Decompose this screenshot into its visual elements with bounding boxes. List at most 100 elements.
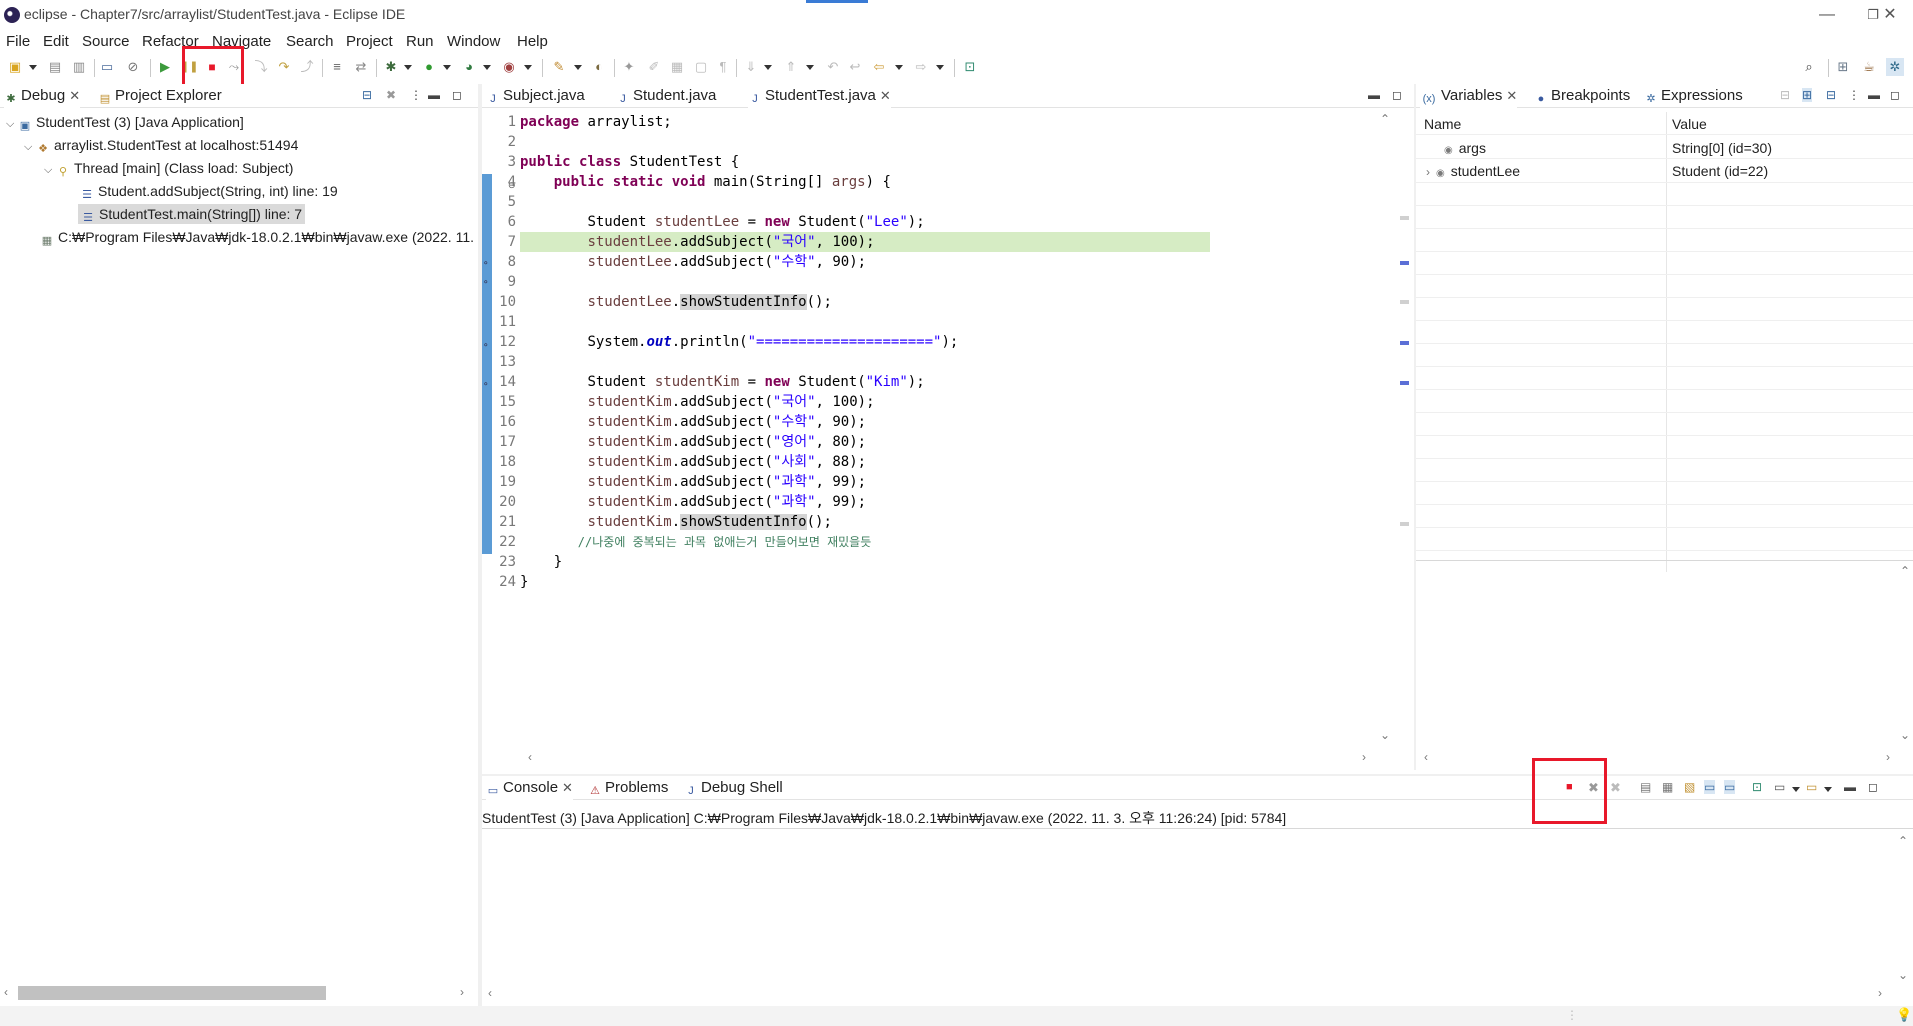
menu-help[interactable]: Help — [517, 33, 548, 50]
menu-edit[interactable]: Edit — [43, 33, 69, 50]
menu-project[interactable]: Project — [346, 33, 393, 50]
word-wrap-icon[interactable]: ▧ — [1684, 780, 1695, 794]
java-perspective-icon[interactable]: ☕ — [1860, 58, 1878, 76]
menu-source[interactable]: Source — [82, 33, 130, 50]
next-annotation-icon[interactable]: ⇓ — [742, 58, 760, 76]
tab-studenttest-java[interactable]: J StudentTest.java ✕ — [748, 86, 891, 108]
search-tool-icon[interactable]: ✦ — [620, 58, 638, 76]
new-java-project-icon[interactable]: ✎ — [550, 58, 568, 76]
run-icon[interactable]: ● — [420, 58, 438, 76]
code-line[interactable]: studentKim.showStudentInfo(); — [520, 512, 832, 532]
scroll-up-arrow-icon[interactable]: ⌃ — [1898, 834, 1908, 848]
menu-search[interactable]: Search — [286, 33, 334, 50]
view-menu-icon[interactable]: ⋮ — [1848, 88, 1860, 102]
maximize-view-icon[interactable]: ◻ — [1890, 88, 1900, 102]
show-logical-structure-icon[interactable]: ⊞ — [1802, 88, 1813, 102]
display-console-dropdown-arrow[interactable] — [1792, 787, 1800, 792]
scroll-left-arrow-icon[interactable]: ‹ — [1424, 750, 1428, 764]
breakpoint-marker-icon[interactable]: ⚬ — [482, 277, 490, 288]
code-line[interactable]: studentKim.addSubject("수학", 90); — [520, 412, 866, 432]
block-selection-icon[interactable]: ▦ — [668, 58, 686, 76]
code-line[interactable]: studentKim.addSubject("사회", 88); — [520, 452, 866, 472]
save-icon[interactable]: ▤ — [46, 58, 64, 76]
column-divider[interactable] — [1666, 112, 1667, 572]
tab-variables[interactable]: (x) Variables ✕ — [1420, 86, 1518, 108]
step-into-icon[interactable]: ⤵ — [252, 58, 270, 76]
new-icon[interactable]: ▣ — [6, 58, 24, 76]
debug-perspective-icon[interactable]: ✲ — [1886, 58, 1904, 76]
run-dropdown-arrow[interactable] — [443, 65, 451, 70]
pilcrow-icon[interactable]: ¶ — [714, 58, 732, 76]
code-line[interactable]: studentKim.addSubject("과학", 99); — [520, 472, 866, 492]
scroll-left-arrow-icon[interactable]: ‹ — [528, 750, 532, 764]
tab-debug-shell[interactable]: J Debug Shell — [684, 778, 782, 800]
use-step-filters-icon[interactable]: ⇄ — [352, 58, 370, 76]
code-line[interactable]: studentKim.addSubject("국어", 100); — [520, 392, 874, 412]
code-line[interactable]: package arraylist; — [520, 112, 672, 132]
lightbulb-icon[interactable]: 💡 — [1896, 1007, 1912, 1023]
display-selected-console-icon[interactable]: ▭ — [1774, 780, 1785, 794]
remove-all-terminated-icon[interactable]: ✖ — [1610, 780, 1621, 796]
view-menu-icon[interactable]: ⋮ — [410, 88, 422, 102]
code-line-current[interactable]: studentLee.addSubject("국어", 100); — [520, 232, 874, 252]
debug-launch-icon[interactable]: ✱ — [382, 58, 400, 76]
overview-marker[interactable] — [1400, 261, 1409, 265]
show-on-output-icon[interactable]: ▭ — [1704, 780, 1716, 794]
close-icon[interactable]: ✕ — [880, 88, 891, 103]
horizontal-scrollbar-thumb[interactable] — [18, 986, 326, 1000]
forward-icon[interactable]: ⇨ — [912, 58, 930, 76]
forward-dropdown-arrow[interactable] — [936, 65, 944, 70]
clear-console-icon[interactable]: ▤ — [1640, 780, 1651, 794]
variable-row-args[interactable]: ◉ args — [1444, 140, 1486, 156]
code-line[interactable]: public class StudentTest { — [520, 152, 739, 172]
external-tools-icon[interactable]: ◉ — [500, 58, 518, 76]
code-line[interactable]: studentKim.addSubject("영어", 80); — [520, 432, 866, 452]
tree-item-process[interactable]: ▦ C:₩Program Files₩Java₩jdk-18.0.2.1₩bin₩… — [40, 227, 478, 247]
next-annotation-dropdown-arrow[interactable] — [764, 65, 772, 70]
maximize-view-icon[interactable]: ◻ — [1868, 780, 1878, 794]
tab-debug[interactable]: ✱ Debug ✕ — [4, 86, 81, 108]
pin-editor-icon[interactable]: ⊡ — [961, 58, 979, 76]
minimize-view-icon[interactable]: ▬ — [1368, 88, 1380, 102]
back-dropdown-arrow[interactable] — [895, 65, 903, 70]
column-header-value[interactable]: Value — [1672, 116, 1707, 132]
scroll-right-arrow-icon[interactable]: › — [1886, 750, 1890, 764]
tab-subject-java[interactable]: J Subject.java — [486, 86, 584, 108]
maximize-view-icon[interactable]: ◻ — [1392, 88, 1402, 102]
save-all-icon[interactable]: ▥ — [70, 58, 88, 76]
coverage-icon[interactable]: ◕ — [460, 58, 478, 76]
toggle-mark-icon[interactable]: ✐ — [645, 58, 663, 76]
debug-dropdown-arrow[interactable] — [404, 65, 412, 70]
column-header-name[interactable]: Name — [1424, 116, 1461, 132]
tab-breakpoints[interactable]: ● Breakpoints — [1534, 86, 1631, 108]
code-line[interactable]: studentLee.addSubject("수학", 90); — [520, 252, 866, 272]
tree-item-thread[interactable]: ⌵ ⚲ Thread [main] (Class load: Subject) — [44, 158, 293, 178]
tree-item-frame-selected[interactable]: ☰ StudentTest.main(String[]) line: 7 — [78, 204, 306, 224]
menu-window[interactable]: Window — [447, 33, 500, 50]
collapse-all-icon[interactable]: ⊟ — [362, 88, 372, 102]
open-console-dropdown-arrow[interactable] — [1824, 787, 1832, 792]
code-line[interactable]: studentLee.showStudentInfo(); — [520, 292, 832, 312]
code-line[interactable]: Student studentKim = new Student("Kim"); — [520, 372, 924, 392]
console-toggle-icon[interactable]: ▭ — [98, 58, 116, 76]
tab-student-java[interactable]: J Student.java — [616, 86, 716, 108]
scroll-right-arrow-icon[interactable]: › — [460, 985, 464, 999]
scroll-down-arrow-icon[interactable]: ⌄ — [1898, 968, 1908, 982]
show-whitespace-icon[interactable]: ▢ — [692, 58, 710, 76]
code-line[interactable]: studentKim.addSubject("과학", 99); — [520, 492, 866, 512]
skip-breakpoints-icon[interactable]: ⊘ — [124, 58, 142, 76]
detail-pane-sash[interactable] — [1416, 560, 1913, 561]
previous-annotation-icon[interactable]: ⇑ — [782, 58, 800, 76]
last-edit-icon[interactable]: ↶ — [824, 58, 842, 76]
code-line[interactable]: public static void main(String[] args) { — [520, 172, 891, 192]
scroll-right-arrow-icon[interactable]: › — [1362, 750, 1366, 764]
tab-console[interactable]: ▭ Console ✕ — [486, 778, 573, 800]
code-line[interactable]: } — [520, 552, 562, 572]
back-history-icon[interactable]: ↩ — [846, 58, 864, 76]
collapse-all-icon[interactable]: ⊟ — [1826, 88, 1836, 102]
scroll-up-arrow-icon[interactable]: ⌃ — [1380, 112, 1390, 126]
new-java-dropdown-arrow[interactable] — [574, 65, 582, 70]
scroll-up-arrow-icon[interactable]: ⌃ — [1900, 564, 1910, 578]
chevron-down-icon[interactable]: ⌵ — [44, 160, 56, 180]
previous-annotation-dropdown-arrow[interactable] — [806, 65, 814, 70]
